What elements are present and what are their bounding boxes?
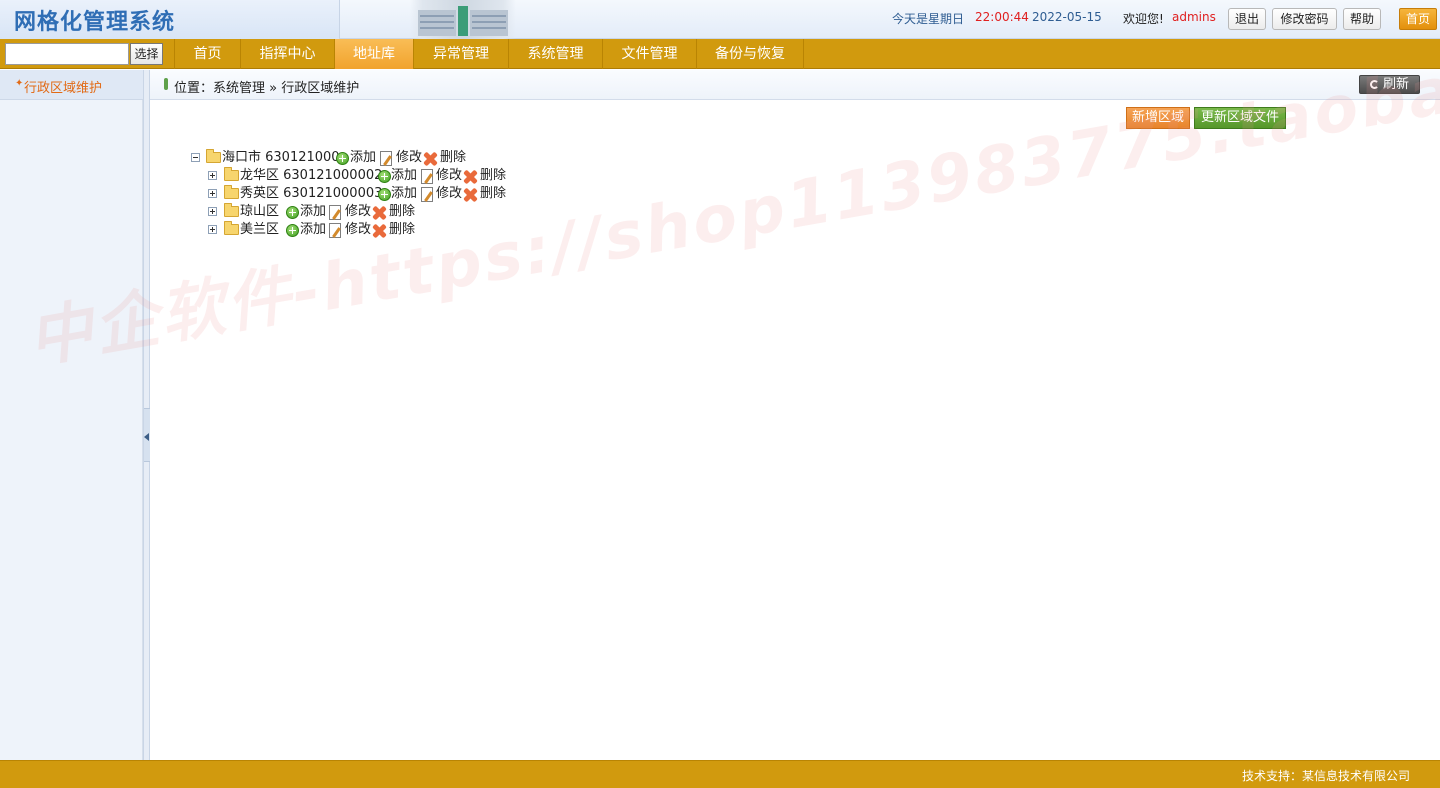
tree-action-add[interactable]: 添加	[391, 168, 417, 184]
building-banner-image	[410, 0, 516, 39]
tree-action-edit[interactable]: 修改	[436, 168, 462, 184]
tree-node-label[interactable]: 琼山区	[240, 204, 279, 220]
tree-node-label[interactable]: 秀英区 630121000003	[240, 186, 382, 202]
edit-icon[interactable]	[421, 187, 433, 202]
header: 网格化管理系统 今天是星期日 22:00:44 2022-05-15 欢迎您! …	[0, 0, 1440, 39]
welcome-text: 欢迎您!	[1123, 12, 1164, 26]
folder-icon	[224, 167, 239, 181]
edit-icon[interactable]	[329, 223, 341, 238]
change-password-button[interactable]: 修改密码	[1272, 8, 1337, 30]
weekday-text: 今天是星期日	[892, 12, 965, 26]
folder-icon	[224, 185, 239, 199]
tree-action-add[interactable]: 添加	[300, 204, 326, 220]
tree-action-edit[interactable]: 修改	[345, 204, 371, 220]
tree-action-delete[interactable]: 删除	[440, 150, 466, 166]
add-region-button[interactable]: 新增区域	[1126, 107, 1190, 129]
folder-icon	[224, 203, 239, 217]
refresh-label: 刷新	[1382, 77, 1409, 92]
update-region-file-button[interactable]: 更新区域文件	[1194, 107, 1286, 129]
nav-item-backup-restore[interactable]: 备份与恢复	[696, 39, 804, 69]
delete-icon[interactable]	[463, 170, 477, 184]
delete-icon[interactable]	[423, 152, 437, 166]
tree-action-delete[interactable]: 删除	[480, 168, 506, 184]
home-button[interactable]: 首页	[1399, 8, 1437, 30]
tree-action-add[interactable]: 添加	[391, 186, 417, 202]
current-date: 2022-05-15	[1032, 10, 1102, 24]
add-icon[interactable]	[286, 206, 299, 219]
delete-icon[interactable]	[372, 206, 386, 220]
expand-toggle-icon[interactable]	[208, 189, 217, 198]
search-input[interactable]	[5, 43, 129, 65]
add-icon[interactable]	[286, 224, 299, 237]
chevron-left-icon	[144, 433, 149, 441]
logout-button[interactable]: 退出	[1228, 8, 1266, 30]
edit-icon[interactable]	[421, 169, 433, 184]
main-content: 位置：系统管理 » 行政区域维护 刷新 新增区域 更新区域文件 海口市 6301…	[150, 70, 1440, 760]
add-icon[interactable]	[336, 152, 349, 165]
collapse-toggle-icon[interactable]	[191, 153, 200, 162]
breadcrumb-bar: 位置：系统管理 » 行政区域维护 刷新	[150, 70, 1440, 100]
sidebar-item-admin-region[interactable]: ✦ 行政区域维护	[0, 70, 143, 100]
tree-node-label[interactable]: 龙华区 630121000002	[240, 168, 382, 184]
tree-action-delete[interactable]: 删除	[389, 204, 415, 220]
tree-node-label[interactable]: 美兰区	[240, 222, 279, 238]
system-title: 网格化管理系统	[14, 10, 176, 35]
main-nav: 选择 首页 指挥中心 地址库 异常管理 系统管理 文件管理 备份与恢复	[0, 39, 1440, 69]
nav-item-address-library[interactable]: 地址库	[334, 39, 413, 69]
footer-support-text: 技术支持：某信息技术有限公司	[1241, 769, 1410, 783]
edit-icon[interactable]	[380, 151, 392, 166]
bullet-icon: ✦	[15, 78, 24, 89]
tree-action-delete[interactable]: 删除	[480, 186, 506, 202]
expand-toggle-icon[interactable]	[208, 171, 217, 180]
nav-item-system-management[interactable]: 系统管理	[508, 39, 602, 69]
nav-item-file-management[interactable]: 文件管理	[602, 39, 696, 69]
folder-icon	[224, 221, 239, 235]
tree-action-delete[interactable]: 删除	[389, 222, 415, 238]
expand-toggle-icon[interactable]	[208, 207, 217, 216]
nav-item-exception-management[interactable]: 异常管理	[413, 39, 508, 69]
delete-icon[interactable]	[372, 224, 386, 238]
add-icon[interactable]	[378, 188, 391, 201]
tree-node-label[interactable]: 海口市 630121000	[222, 150, 340, 166]
clock-time: 22:00:44	[975, 10, 1029, 24]
tree-node-root: 海口市 630121000 添加 修改 删除	[191, 149, 491, 167]
username: admins	[1172, 10, 1216, 24]
expand-toggle-icon[interactable]	[208, 225, 217, 234]
tree-node: 美兰区 添加 修改 删除	[208, 221, 468, 239]
footer: 技术支持：某信息技术有限公司	[0, 760, 1440, 788]
tree-action-add[interactable]: 添加	[350, 150, 376, 166]
select-button[interactable]: 选择	[130, 43, 163, 65]
refresh-icon	[1369, 80, 1379, 89]
sidebar-splitter	[143, 70, 150, 760]
tree-action-edit[interactable]: 修改	[396, 150, 422, 166]
refresh-button[interactable]: 刷新	[1359, 75, 1420, 94]
tree-action-edit[interactable]: 修改	[436, 186, 462, 202]
tree-node: 龙华区 630121000002 添加 修改 删除	[208, 167, 528, 185]
nav-item-home[interactable]: 首页	[174, 39, 240, 69]
add-icon[interactable]	[378, 170, 391, 183]
location-marker-icon	[164, 78, 168, 90]
tree-node: 秀英区 630121000003 添加 修改 删除	[208, 185, 528, 203]
delete-icon[interactable]	[463, 188, 477, 202]
edit-icon[interactable]	[329, 205, 341, 220]
app-root: 网格化管理系统 今天是星期日 22:00:44 2022-05-15 欢迎您! …	[0, 0, 1440, 788]
tree-node: 琼山区 添加 修改 删除	[208, 203, 468, 221]
tree-action-edit[interactable]: 修改	[345, 222, 371, 238]
sidebar: ✦ 行政区域维护	[0, 70, 143, 760]
sidebar-item-label: 行政区域维护	[24, 81, 103, 96]
nav-item-command-center[interactable]: 指挥中心	[240, 39, 334, 69]
breadcrumb: 位置：系统管理 » 行政区域维护	[174, 81, 360, 96]
folder-open-icon	[206, 149, 221, 163]
help-button[interactable]: 帮助	[1343, 8, 1381, 30]
logo-area: 网格化管理系统	[0, 0, 340, 39]
tree-action-add[interactable]: 添加	[300, 222, 326, 238]
